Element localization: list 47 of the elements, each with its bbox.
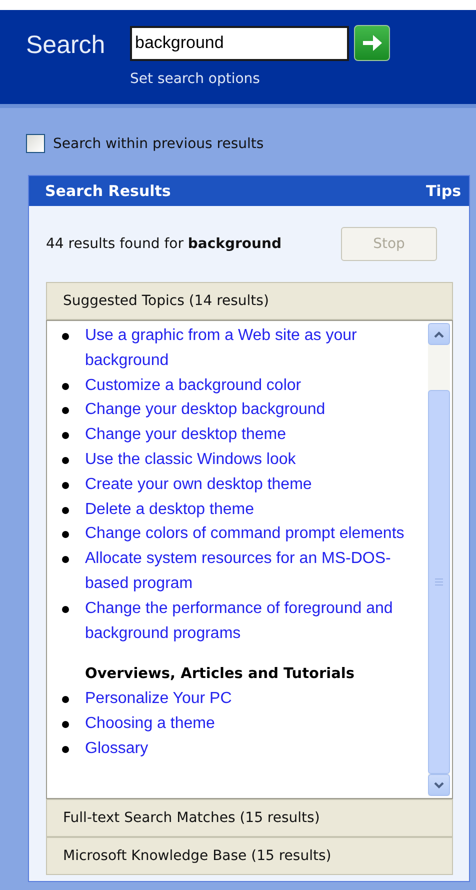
search-field[interactable]: background [130,26,349,60]
scrollbar[interactable] [428,323,450,796]
bullet-icon [62,556,69,564]
bullet-icon [62,696,69,704]
caret-down-icon [433,781,445,789]
topic-link[interactable]: Use a graphic from a Web site as your background [85,324,424,374]
bullet-icon [62,456,69,464]
section-header[interactable]: Full-text Search Matches (15 results) [46,799,453,837]
topic-link[interactable]: Change your desktop theme [85,423,286,448]
bullet-icon [62,531,69,538]
caret-up-icon [433,330,445,338]
search-title: Search [26,31,106,60]
search-options-link[interactable]: Set search options [130,71,390,87]
arrow-icon [360,32,384,54]
topic-link[interactable]: Change colors of command prompt elements [85,522,404,548]
scroll-down-button[interactable] [428,774,450,796]
results-summary: 44 results found for background [46,236,282,252]
scroll-up-button[interactable] [428,323,450,345]
bullet-icon [62,606,69,613]
topic-link[interactable]: Change your desktop background [85,398,326,424]
bullet-icon [62,746,69,753]
topic-link[interactable]: Change the performance of foreground and background programs [85,596,424,646]
topic-link[interactable]: Create your own desktop theme [85,472,312,498]
topic-link[interactable]: Delete a desktop theme [85,498,254,522]
topic-link[interactable]: Choosing a theme [85,712,215,737]
bullet-icon [62,333,69,340]
bullet-icon [62,506,69,514]
topic-link[interactable]: Glossary [85,736,148,762]
topic-link[interactable]: Allocate system resources for an MS-DOS-based program [85,547,424,597]
bullet-icon [62,382,69,390]
go-button[interactable] [354,25,390,61]
bullet-icon [62,432,69,440]
section-header[interactable]: Suggested Topics (14 results) [46,282,453,320]
section-header[interactable]: Microsoft Knowledge Base (15 results) [46,837,453,875]
topic-link[interactable]: Customize a background color [85,374,302,398]
bullet-icon [62,482,69,489]
topic-link[interactable]: Personalize Your PC [85,687,232,712]
group-heading: Overviews, Articles and Tutorials [85,665,355,684]
panel-title: Search Results [45,182,171,200]
topic-link[interactable]: Use the classic Windows look [85,448,296,473]
checkbox[interactable] [26,134,45,153]
bullet-icon [62,720,69,728]
checkbox-label: Search within previous results [53,136,264,152]
grip-icon [434,578,444,586]
bullet-icon [62,407,69,414]
tips-link[interactable]: Tips [426,182,461,200]
scroll-thumb[interactable] [428,390,450,774]
